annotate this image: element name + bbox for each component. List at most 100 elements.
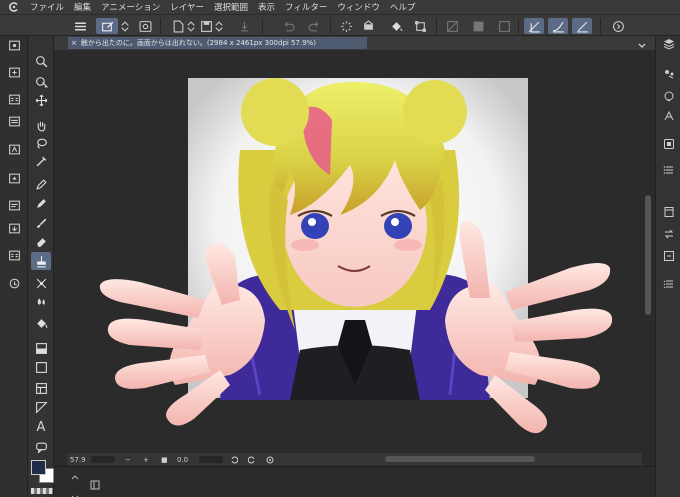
tab-close-icon[interactable]: × xyxy=(71,39,77,47)
vertical-scroll-thumb[interactable] xyxy=(645,195,651,315)
document-tab[interactable]: × 触から出たのに。画面からは出れない。(2984 x 2461px 300dp… xyxy=(68,37,367,49)
balloon-icon[interactable] xyxy=(31,438,51,456)
layer-list-icon[interactable] xyxy=(661,162,677,178)
brush-icon[interactable] xyxy=(31,214,51,232)
text-icon[interactable]: A xyxy=(31,418,51,436)
menu-filter[interactable]: フィルター xyxy=(283,1,335,13)
loading-spinner-icon[interactable] xyxy=(338,18,354,34)
chevron-up-icon[interactable] xyxy=(70,468,80,480)
gradient-icon[interactable] xyxy=(31,339,51,357)
menu-help[interactable]: ヘルプ xyxy=(388,1,424,13)
toolbox: A xyxy=(28,36,54,497)
updown-arrows-icon[interactable] xyxy=(214,18,224,34)
transparent-color-swatch[interactable] xyxy=(31,488,53,494)
deselect-icon[interactable] xyxy=(496,18,512,34)
brush-size-icon[interactable] xyxy=(4,246,24,264)
chevron-down-icon[interactable] xyxy=(637,37,647,49)
history-icon[interactable] xyxy=(4,169,24,187)
reset-rotation-icon[interactable] xyxy=(266,455,274,464)
updown-arrows-icon[interactable] xyxy=(186,18,196,34)
eraser-icon[interactable] xyxy=(31,232,51,250)
chevron-down-icon[interactable] xyxy=(70,488,80,497)
airbrush-icon[interactable] xyxy=(31,292,51,310)
layers-icon[interactable] xyxy=(661,36,677,52)
canvas-mode-icon[interactable] xyxy=(96,18,118,34)
paint-bucket-icon[interactable] xyxy=(31,314,51,332)
eyedropper-icon[interactable] xyxy=(31,152,51,170)
zoom-out-button[interactable]: − xyxy=(125,455,131,464)
menu-layer[interactable]: レイヤー xyxy=(168,1,212,13)
navigator-icon[interactable] xyxy=(4,196,24,214)
redo-icon[interactable] xyxy=(306,18,322,34)
color-set-icon[interactable] xyxy=(4,90,24,108)
snap-pen-icon[interactable] xyxy=(548,18,568,34)
fill-icon[interactable] xyxy=(31,252,51,270)
fill-bucket-icon[interactable] xyxy=(360,18,376,34)
navigator-strip xyxy=(54,50,67,453)
menu-edit[interactable]: 編集 xyxy=(72,1,99,13)
object-select-icon[interactable] xyxy=(31,73,51,91)
layer-props-icon[interactable] xyxy=(4,112,24,130)
auto-action-icon[interactable] xyxy=(661,66,677,82)
rotation-value[interactable]: 0.0 xyxy=(177,455,188,464)
main-color-swatch[interactable] xyxy=(31,460,46,475)
lasso-icon[interactable] xyxy=(31,134,51,152)
tool-property-icon[interactable] xyxy=(4,219,24,237)
layer-search-icon[interactable] xyxy=(661,136,677,152)
rotation-slider[interactable] xyxy=(199,456,223,463)
vertical-scrollbar[interactable] xyxy=(642,50,655,453)
menu-selection[interactable]: 選択範囲 xyxy=(212,1,256,13)
frame-icon[interactable] xyxy=(31,379,51,397)
rectangle-icon[interactable] xyxy=(31,358,51,376)
menu-window[interactable]: ウィンドウ xyxy=(335,1,388,13)
sub-view-icon[interactable] xyxy=(4,63,24,81)
rotate-left-icon[interactable] xyxy=(230,455,238,464)
menu-bar: ファイル 編集 アニメーション レイヤー 選択範囲 表示 フィルター ウィンドウ… xyxy=(0,0,680,14)
updown-arrows-icon[interactable] xyxy=(120,18,130,34)
stop-icon[interactable]: ■ xyxy=(161,455,168,464)
import-icon[interactable] xyxy=(236,18,252,34)
horizontal-scroll-thumb[interactable] xyxy=(385,456,535,462)
zoom-in-button[interactable]: + xyxy=(143,455,149,464)
hamburger-menu-icon[interactable] xyxy=(72,18,88,34)
snap-ruler-icon[interactable] xyxy=(524,18,544,34)
clip-studio-logo-icon[interactable] xyxy=(0,0,28,14)
menu-view[interactable]: 表示 xyxy=(256,1,283,13)
canvas-preview-icon[interactable] xyxy=(137,18,153,34)
save-icon[interactable] xyxy=(198,18,214,34)
blend-icon[interactable] xyxy=(31,274,51,292)
pencil-icon[interactable] xyxy=(31,194,51,212)
new-file-icon[interactable] xyxy=(170,18,186,34)
artwork-canvas[interactable] xyxy=(67,50,642,453)
transform-icon[interactable] xyxy=(412,18,428,34)
zoom-value[interactable]: 57.9 xyxy=(70,455,86,464)
color-wheel-icon[interactable] xyxy=(661,88,677,104)
pen-icon[interactable] xyxy=(31,175,51,193)
hand-icon[interactable] xyxy=(31,116,51,134)
zoom-slider[interactable] xyxy=(91,456,115,463)
select-all-icon[interactable] xyxy=(470,18,486,34)
history-list-icon[interactable] xyxy=(661,248,677,264)
assist-icon[interactable] xyxy=(610,18,626,34)
material-a-icon[interactable] xyxy=(661,108,677,124)
menu-animation[interactable]: アニメーション xyxy=(99,1,168,13)
palette-icon[interactable] xyxy=(4,36,24,54)
panel-toggle-icon[interactable] xyxy=(90,475,100,490)
material-icon[interactable] xyxy=(4,140,24,158)
rotate-right-icon[interactable] xyxy=(248,455,256,464)
page-icon[interactable] xyxy=(661,226,677,242)
zoom-icon[interactable] xyxy=(31,52,51,70)
lower-panel-strip xyxy=(54,466,655,497)
menu-file[interactable]: ファイル xyxy=(28,1,72,13)
undo-icon[interactable] xyxy=(280,18,296,34)
right-panel-bar xyxy=(655,36,680,497)
timeline-icon[interactable] xyxy=(661,204,677,220)
search-icon[interactable] xyxy=(4,274,24,292)
history-list-icon[interactable] xyxy=(661,276,677,292)
canvas-area[interactable] xyxy=(67,50,642,453)
clear-icon[interactable] xyxy=(444,18,460,34)
fill-bucket-icon[interactable] xyxy=(388,18,404,34)
ruler-icon[interactable] xyxy=(31,398,51,416)
move-icon[interactable] xyxy=(31,91,51,109)
snap-special-icon[interactable] xyxy=(572,18,592,34)
